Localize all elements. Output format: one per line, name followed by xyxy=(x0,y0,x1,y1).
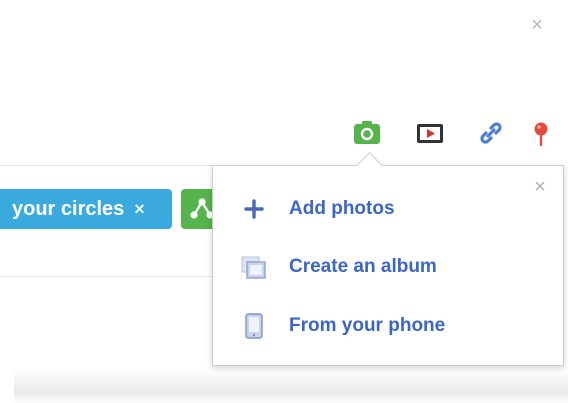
menu-item-create-album[interactable]: Create an album xyxy=(241,250,531,284)
add-location-button[interactable] xyxy=(526,118,556,148)
link-icon xyxy=(480,122,502,144)
camera-icon xyxy=(354,121,380,144)
circles-chip-label: your circles xyxy=(12,198,125,220)
share-box-shadow xyxy=(14,369,568,403)
phone-icon xyxy=(245,313,263,339)
location-pin-icon xyxy=(534,122,548,147)
divider xyxy=(0,165,212,166)
menu-item-from-phone[interactable]: From your phone xyxy=(241,309,531,343)
circles-chip[interactable]: your circles × xyxy=(0,189,172,229)
popup-arrow xyxy=(356,152,383,179)
add-photos-button[interactable] xyxy=(352,118,382,148)
attachment-toolbar xyxy=(352,118,562,148)
menu-item-add-photos[interactable]: Add photos xyxy=(241,192,531,226)
popup-close-button[interactable]: × xyxy=(529,176,551,198)
album-icon xyxy=(241,256,266,279)
add-photos-popup: × Add photos Create an album From your p… xyxy=(212,152,564,366)
menu-item-label: From your phone xyxy=(289,315,446,336)
remove-chip-icon[interactable]: × xyxy=(134,189,145,229)
plus-icon xyxy=(244,199,264,219)
menu-item-label: Add photos xyxy=(289,198,395,219)
close-icon: × xyxy=(531,14,543,36)
menu-item-label: Create an album xyxy=(289,256,437,277)
close-icon: × xyxy=(534,176,546,198)
divider xyxy=(0,276,212,277)
close-share-box-button[interactable]: × xyxy=(526,14,548,36)
add-video-button[interactable] xyxy=(415,118,445,148)
add-link-button[interactable] xyxy=(476,118,506,148)
video-icon xyxy=(417,124,443,143)
